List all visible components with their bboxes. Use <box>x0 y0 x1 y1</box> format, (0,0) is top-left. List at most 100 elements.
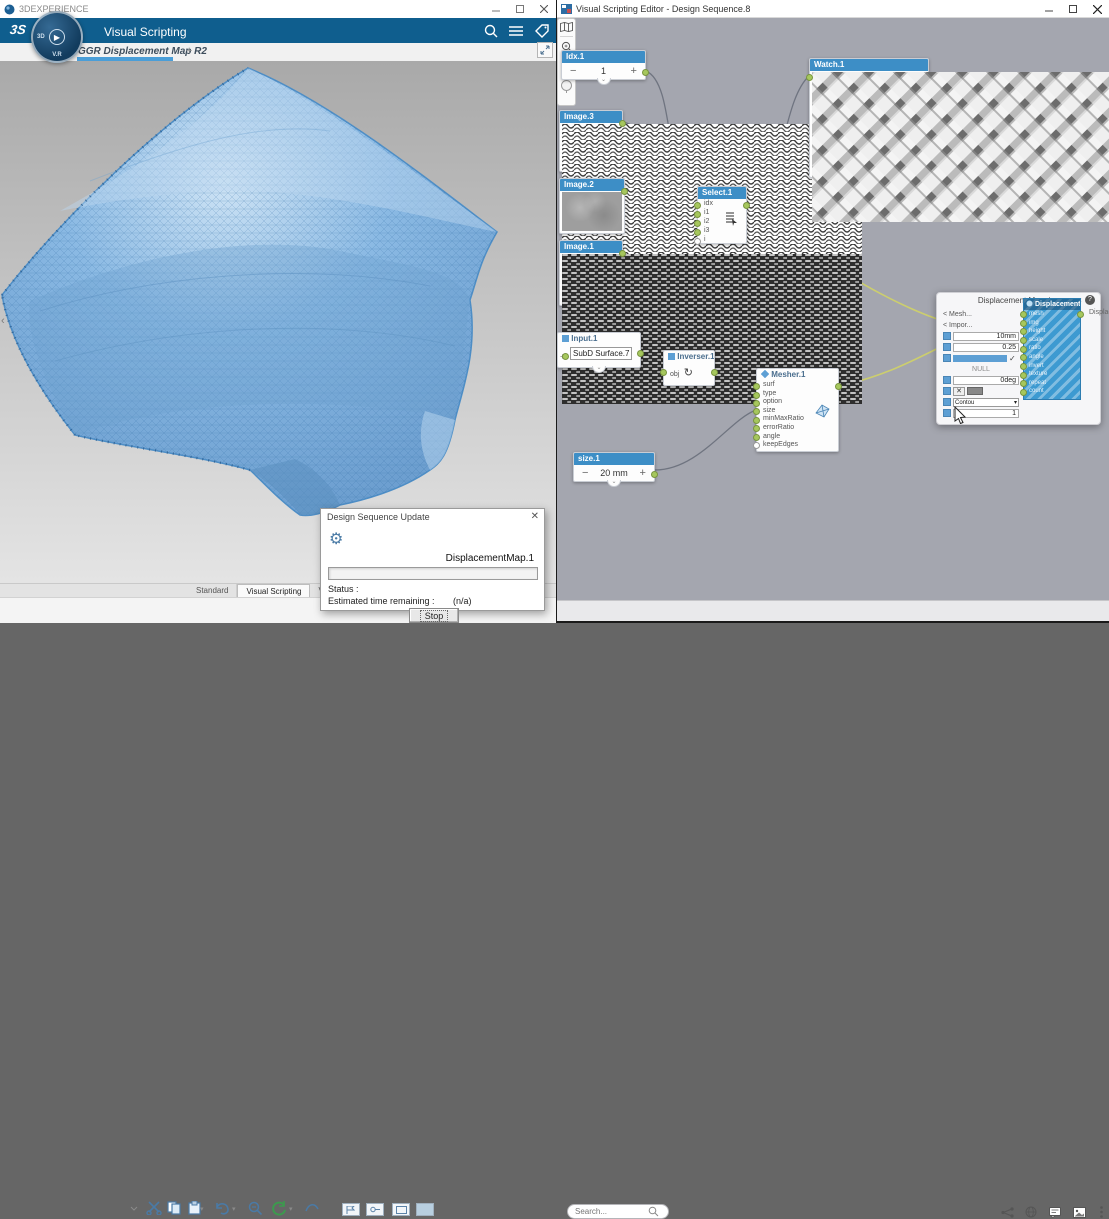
input-port[interactable] <box>1020 363 1027 370</box>
node-mesher-title[interactable]: Mesher.1 <box>757 369 838 381</box>
toolbar-collapse-icon[interactable] <box>124 1199 144 1217</box>
node-watch[interactable]: Watch.1 <box>809 58 929 178</box>
node-select-title[interactable]: Select.1 <box>698 187 746 199</box>
node-image2[interactable]: Image.2 <box>559 178 625 234</box>
node-image3-title[interactable]: Image.3 <box>560 111 622 123</box>
input-port[interactable] <box>753 425 760 432</box>
input-port[interactable] <box>753 400 760 407</box>
node-image1-title[interactable]: Image.1 <box>560 241 622 253</box>
output-port[interactable] <box>619 250 626 257</box>
input-port[interactable] <box>1020 320 1027 327</box>
idx-plus-button[interactable]: + <box>631 65 637 77</box>
node-image1[interactable]: Image.1 <box>559 240 623 306</box>
node-image2-title[interactable]: Image.2 <box>560 179 624 191</box>
mesh-link[interactable]: < Mesh... <box>943 311 972 318</box>
output-port[interactable] <box>711 369 718 376</box>
output-port[interactable] <box>835 383 842 390</box>
update-dropdown-icon[interactable]: ▾ <box>289 1205 293 1213</box>
idx-value[interactable]: 1 <box>601 66 606 76</box>
slider-bar[interactable] <box>953 355 1007 362</box>
input-port[interactable] <box>1020 354 1027 361</box>
menu-icon[interactable] <box>506 21 526 41</box>
new-tab-button[interactable]: + <box>186 45 192 57</box>
input-port[interactable] <box>753 392 760 399</box>
displacement-node-title[interactable]: DisplacementMa <box>1024 299 1080 310</box>
update-icon[interactable] <box>269 1199 289 1217</box>
minimize-button[interactable] <box>1037 0 1061 18</box>
share-graph-icon[interactable] <box>999 1205 1015 1219</box>
output-port[interactable] <box>637 350 644 357</box>
maximize-button[interactable] <box>508 0 532 18</box>
toggle-off-icon[interactable]: ✕ <box>953 387 965 396</box>
input-port[interactable] <box>1020 372 1027 379</box>
node-inverser[interactable]: Inverser.1 obj ↻ <box>663 350 715 386</box>
node-watch-title[interactable]: Watch.1 <box>810 59 928 71</box>
displacement-surface[interactable] <box>0 61 556 583</box>
input-port[interactable] <box>753 442 760 449</box>
angle-field[interactable]: 0deg <box>953 376 1019 385</box>
node-graph-canvas[interactable]: Idx.1 − 1 + ⌄ Image.3 Image.2 Image.1 <box>557 18 1109 600</box>
input-port[interactable] <box>753 408 760 415</box>
statusbar-icon-flag[interactable] <box>342 1203 360 1216</box>
maximize-button[interactable] <box>1061 0 1085 18</box>
copy-icon[interactable] <box>164 1199 184 1217</box>
input-port[interactable] <box>1020 337 1027 344</box>
node-image3[interactable]: Image.3 <box>559 110 623 172</box>
input-port[interactable] <box>1020 311 1027 318</box>
statusbar-icon-screen[interactable] <box>392 1203 410 1216</box>
globe-icon[interactable] <box>1023 1205 1039 1219</box>
idx-minus-button[interactable]: − <box>570 65 576 77</box>
node-idx[interactable]: Idx.1 − 1 + ⌄ <box>561 50 646 80</box>
input-port[interactable] <box>1020 380 1027 387</box>
output-port[interactable] <box>619 120 626 127</box>
undo-dropdown-icon[interactable]: ▾ <box>232 1205 236 1213</box>
expand-viewport-button[interactable] <box>537 42 553 58</box>
tab-standard[interactable]: Standard <box>188 584 237 597</box>
help-icon[interactable]: ? <box>1085 295 1095 305</box>
input-port[interactable] <box>694 220 701 227</box>
image-icon[interactable] <box>1071 1205 1087 1219</box>
statusbar-icon-key[interactable] <box>366 1203 384 1216</box>
input-port[interactable] <box>694 229 701 236</box>
input-port[interactable] <box>694 202 701 209</box>
output-port[interactable] <box>621 188 628 195</box>
dialog-close-icon[interactable]: ✕ <box>531 511 539 522</box>
search-input[interactable] <box>568 1207 648 1216</box>
input-port[interactable] <box>753 417 760 424</box>
cut-icon[interactable] <box>144 1199 164 1217</box>
input-port[interactable] <box>1020 346 1027 353</box>
toggle-track[interactable] <box>967 387 983 395</box>
output-port[interactable] <box>1077 311 1084 318</box>
node-size-title[interactable]: size.1 <box>574 453 654 465</box>
search-icon[interactable] <box>481 21 501 41</box>
import-link[interactable]: < Impor... <box>943 322 972 329</box>
ratio-field[interactable]: 0.25 <box>953 343 1019 352</box>
close-button[interactable] <box>1085 0 1109 18</box>
sketch-tool-icon[interactable] <box>302 1199 322 1217</box>
tag-icon[interactable] <box>532 21 552 41</box>
close-button[interactable] <box>532 0 556 18</box>
input-value-field[interactable]: SubD Surface.7 <box>570 347 632 360</box>
input-port[interactable] <box>694 211 701 218</box>
output-port[interactable] <box>651 471 658 478</box>
statusbar-icon-display[interactable] <box>416 1203 434 1216</box>
input-port[interactable] <box>806 74 813 81</box>
node-inverser-title[interactable]: Inverser.1 <box>664 351 714 363</box>
input-port[interactable] <box>694 238 701 245</box>
node-idx-title[interactable]: Idx.1 <box>562 51 645 63</box>
node-displacement-map[interactable]: DisplacementMa mesh img height scale rat… <box>1023 298 1081 400</box>
size-minus-button[interactable]: − <box>582 467 588 479</box>
input-port[interactable] <box>660 369 667 376</box>
input-port[interactable] <box>753 434 760 441</box>
tab-visual-scripting[interactable]: Visual Scripting <box>237 584 310 597</box>
kebab-menu-icon[interactable] <box>1093 1205 1109 1219</box>
checkbox-checked[interactable]: ✓ <box>1009 354 1019 363</box>
node-select[interactable]: Select.1 idx i1 i2 i3 i <box>697 186 747 244</box>
3d-viewport[interactable]: ‹ <box>0 61 556 583</box>
side-panel-toggle-icon[interactable]: ‹ <box>1 315 5 327</box>
size-value[interactable]: 20 mm <box>600 468 628 478</box>
paste-dropdown-icon[interactable]: ▾ <box>200 1205 204 1213</box>
output-port[interactable] <box>642 69 649 76</box>
3d-compass[interactable]: ▶ 3D V.R <box>31 11 83 63</box>
size-plus-button[interactable]: + <box>640 467 646 479</box>
